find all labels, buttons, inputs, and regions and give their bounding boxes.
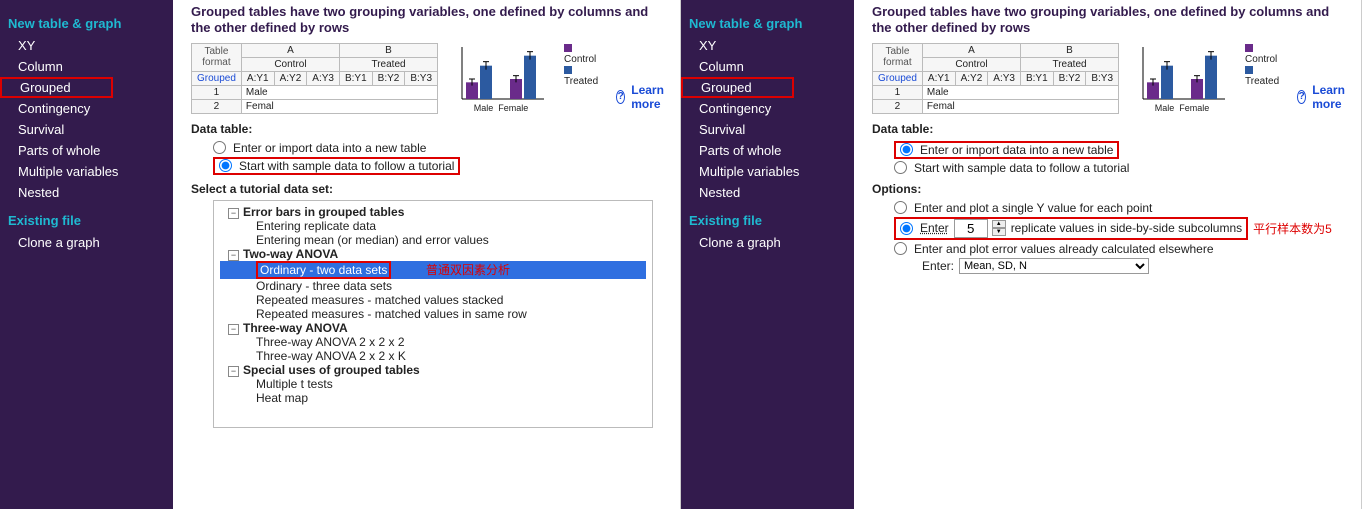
tree-collapse-icon[interactable]: −	[228, 208, 239, 219]
radio-single-y[interactable]: Enter and plot a single Y value for each…	[872, 200, 1351, 216]
sidebar-item-xy[interactable]: XY	[0, 35, 173, 56]
radio-sample-data[interactable]: Start with sample data to follow a tutor…	[191, 156, 670, 176]
main-left: Grouped tables have two grouping variabl…	[173, 0, 680, 509]
chart-xaxis: Male Female	[1137, 103, 1227, 113]
radio-replicates[interactable]: Enter ▲▼ replicate values in side-by-sid…	[872, 216, 1351, 241]
radio-sample-data[interactable]: Start with sample data to follow a tutor…	[872, 160, 1351, 176]
sidebar-item-contingency[interactable]: Contingency	[0, 98, 173, 119]
sidebar-item-column[interactable]: Column	[681, 56, 854, 77]
tutorial-tree[interactable]: −Error bars in grouped tables Entering r…	[213, 200, 653, 428]
sidebar-item-xy[interactable]: XY	[681, 35, 854, 56]
radio-new-table[interactable]: Enter or import data into a new table	[872, 140, 1351, 160]
tree-item[interactable]: Repeated measures - matched values stack…	[220, 293, 646, 307]
sidebar-item-survival[interactable]: Survival	[681, 119, 854, 140]
options-label: Options:	[872, 182, 1351, 196]
preview-table: Table formatAB ControlTreated GroupedA:Y…	[872, 43, 1119, 114]
chart-legend: Control Treated	[1245, 43, 1279, 87]
spinner-icon[interactable]: ▲▼	[992, 220, 1006, 236]
preview-chart: Male Female	[456, 43, 546, 113]
sidebar-item-contingency[interactable]: Contingency	[681, 98, 854, 119]
sidebar-item-nested[interactable]: Nested	[681, 182, 854, 203]
enter-select-row: Enter: Mean, SD, N	[872, 257, 1351, 275]
preview-chart: Male Female	[1137, 43, 1227, 113]
sidebar-item-survival[interactable]: Survival	[0, 119, 173, 140]
help-icon: ?	[616, 90, 625, 104]
tree-item[interactable]: Heat map	[220, 391, 646, 405]
sidebar-item-column[interactable]: Column	[0, 56, 173, 77]
tree-item-selected[interactable]: Ordinary - two data sets普通双因素分析	[220, 261, 646, 279]
annotation-text: 普通双因素分析	[426, 261, 510, 278]
preview-table: Table formatAB ControlTreated GroupedA:Y…	[191, 43, 438, 114]
replicates-input[interactable]	[954, 219, 988, 238]
sidebar-heading-new: New table & graph	[0, 6, 173, 35]
data-table-label: Data table:	[872, 122, 1351, 136]
sidebar-heading-existing: Existing file	[681, 203, 854, 232]
sidebar-item-grouped[interactable]: Grouped	[0, 77, 113, 98]
learn-more-link[interactable]: ? Learn more	[1297, 43, 1351, 111]
chart-legend: Control Treated	[564, 43, 598, 87]
sidebar-right: New table & graph XY Column Grouped Cont…	[681, 0, 854, 509]
tree-item[interactable]: Three-way ANOVA 2 x 2 x K	[220, 349, 646, 363]
sidebar-left: New table & graph XY Column Grouped Cont…	[0, 0, 173, 509]
annotation-text: 平行样本数为5	[1253, 220, 1332, 237]
radio-new-table[interactable]: Enter or import data into a new table	[191, 140, 670, 156]
tree-item[interactable]: Three-way ANOVA 2 x 2 x 2	[220, 335, 646, 349]
tree-item[interactable]: Entering mean (or median) and error valu…	[220, 233, 646, 247]
tree-item[interactable]: Repeated measures - matched values in sa…	[220, 307, 646, 321]
learn-more-link[interactable]: ? Learn more	[616, 43, 670, 111]
tree-collapse-icon[interactable]: −	[228, 324, 239, 335]
sidebar-item-clone[interactable]: Clone a graph	[681, 232, 854, 253]
sidebar-item-multvars[interactable]: Multiple variables	[0, 161, 173, 182]
sidebar-item-grouped[interactable]: Grouped	[681, 77, 794, 98]
main-right: Grouped tables have two grouping variabl…	[854, 0, 1361, 509]
sidebar-item-parts[interactable]: Parts of whole	[681, 140, 854, 161]
data-table-label: Data table:	[191, 122, 670, 136]
tree-item[interactable]: Multiple t tests	[220, 377, 646, 391]
page-title: Grouped tables have two grouping variabl…	[191, 4, 670, 37]
sidebar-item-multvars[interactable]: Multiple variables	[681, 161, 854, 182]
tree-collapse-icon[interactable]: −	[228, 366, 239, 377]
sidebar-item-nested[interactable]: Nested	[0, 182, 173, 203]
help-icon: ?	[1297, 90, 1306, 104]
sidebar-heading-existing: Existing file	[0, 203, 173, 232]
chart-xaxis: Male Female	[456, 103, 546, 113]
tree-collapse-icon[interactable]: −	[228, 250, 239, 261]
error-type-select[interactable]: Mean, SD, N	[959, 258, 1149, 274]
select-tutorial-label: Select a tutorial data set:	[191, 182, 670, 196]
tree-item[interactable]: Entering replicate data	[220, 219, 646, 233]
page-title: Grouped tables have two grouping variabl…	[872, 4, 1351, 37]
tree-item[interactable]: Ordinary - three data sets	[220, 279, 646, 293]
sidebar-item-clone[interactable]: Clone a graph	[0, 232, 173, 253]
sidebar-item-parts[interactable]: Parts of whole	[0, 140, 173, 161]
sidebar-heading-new: New table & graph	[681, 6, 854, 35]
radio-error-values[interactable]: Enter and plot error values already calc…	[872, 241, 1351, 257]
